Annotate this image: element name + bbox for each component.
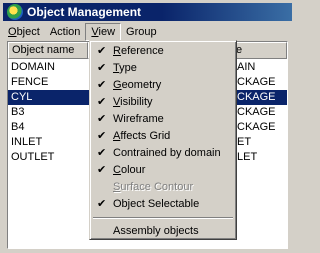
menu-separator (93, 217, 233, 219)
view-menu-item-contrained-by-domain[interactable]: ✔ Contrained by domain (92, 145, 234, 162)
app-icon (7, 4, 23, 20)
menu-view[interactable]: View (85, 22, 122, 41)
view-menu-item-affects-grid[interactable]: ✔ Affects Grid (92, 128, 234, 145)
view-menu-item-type[interactable]: ✔ Type (92, 60, 234, 77)
menu-bar: Object Action View Group (3, 22, 292, 41)
check-icon: ✔ (97, 62, 107, 74)
menu-action[interactable]: Action (45, 23, 86, 41)
column-header-object-name[interactable]: Object name (8, 42, 88, 59)
check-icon: ✔ (97, 198, 107, 210)
check-icon: ✔ (97, 45, 107, 57)
view-menu-item-assembly-objects[interactable]: Assembly objects (92, 223, 234, 240)
view-menu-item-surface-contour: Surface Contour (113, 181, 194, 193)
view-menu-item-wireframe[interactable]: ✔ Wireframe (92, 111, 234, 128)
object-management-window: Object Management Object Action View Gro… (0, 0, 293, 253)
window-title: Object Management (27, 5, 142, 19)
check-icon: ✔ (97, 96, 107, 108)
title-bar[interactable]: Object Management (3, 3, 292, 21)
check-icon: ✔ (97, 130, 107, 142)
check-icon: ✔ (97, 147, 107, 159)
menu-object[interactable]: Object (3, 23, 45, 41)
check-icon: ✔ (97, 113, 107, 125)
view-menu-item-reference[interactable]: ✔ Reference (92, 43, 234, 60)
view-menu-item-colour[interactable]: ✔ Colour (92, 162, 234, 179)
check-icon: ✔ (97, 164, 107, 176)
check-icon: ✔ (97, 79, 107, 91)
view-menu-item-geometry[interactable]: ✔ Geometry (92, 77, 234, 94)
menu-group[interactable]: Group (121, 23, 162, 41)
view-menu-item-object-selectable[interactable]: ✔ Object Selectable (92, 196, 234, 213)
view-menu-dropdown: ✔ Reference ✔ Type ✔ Geometry ✔ Visibility ✔… (89, 40, 237, 240)
view-menu-item-visibility[interactable]: ✔ Visibility (92, 94, 234, 111)
